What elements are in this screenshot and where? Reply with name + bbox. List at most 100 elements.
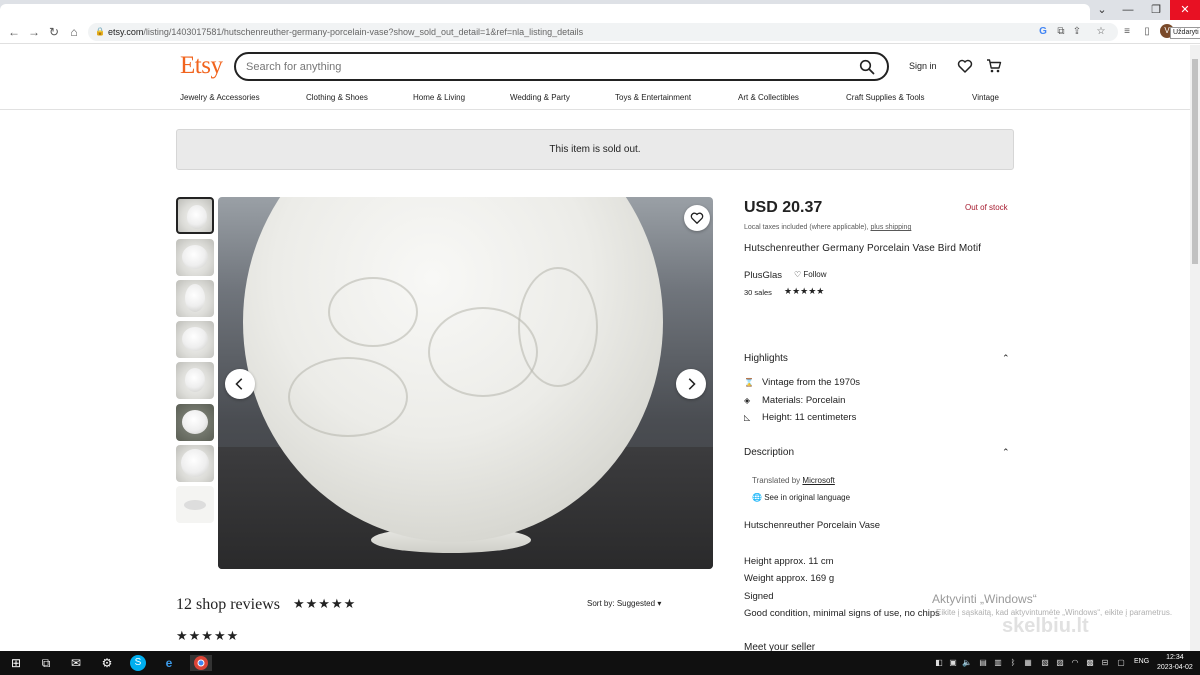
- follow-heart-icon: ♡: [794, 270, 802, 279]
- next-image-button[interactable]: [676, 369, 706, 399]
- highlights-heading[interactable]: Highlights: [744, 353, 788, 364]
- settings-gear-icon[interactable]: ⚙: [99, 655, 115, 671]
- microsoft-link[interactable]: Microsoft: [802, 476, 834, 485]
- search-bar[interactable]: [234, 52, 889, 81]
- windows-start-icon[interactable]: ⊞: [8, 655, 24, 671]
- tray-icon-4[interactable]: ▥: [993, 658, 1003, 668]
- share-icon[interactable]: ⇪: [1070, 25, 1084, 39]
- tray-icon-2[interactable]: ▣: [948, 658, 958, 668]
- thumbnail-7[interactable]: [176, 445, 214, 482]
- category-jewelry[interactable]: Jewelry & Accessories: [180, 93, 260, 102]
- search-input[interactable]: [246, 59, 836, 75]
- caret-down-icon: ▾: [657, 599, 662, 608]
- translated-by: Translated by Microsoft: [752, 476, 835, 485]
- close-window-icon[interactable]: ✕: [1170, 0, 1200, 20]
- thumbnail-5[interactable]: [176, 362, 214, 399]
- category-art[interactable]: Art & Collectibles: [738, 93, 799, 102]
- shop-rating-stars: ★★★★★: [784, 286, 825, 296]
- google-icon[interactable]: G: [1036, 25, 1050, 39]
- volume-icon[interactable]: 🔈: [962, 658, 972, 668]
- signin-link[interactable]: Sign in: [909, 61, 937, 71]
- tax-note-text: Local taxes included (where applicable),: [744, 224, 869, 231]
- translate-icon[interactable]: ⧉: [1054, 25, 1068, 39]
- windows-taskbar: ⊞ ⧉ ✉ ⚙ S e ◧ ▣ 🔈 ▤ ▥ ᛒ ▦ ▧ ▨ ◠ ▩ ⊟ ▢ EN…: [0, 651, 1200, 675]
- mail-icon[interactable]: ✉: [68, 655, 84, 671]
- materials-icon: ◈: [744, 396, 751, 405]
- edge-icon[interactable]: e: [161, 655, 177, 671]
- home-icon[interactable]: ⌂: [66, 24, 82, 40]
- system-clock[interactable]: 12:34 2023-04-02: [1157, 653, 1193, 673]
- vintage-icon: ⌛: [744, 378, 754, 387]
- chevron-up-icon[interactable]: ⌃: [1002, 447, 1010, 458]
- browser-tab[interactable]: [0, 4, 1090, 20]
- thumbnail-1[interactable]: [176, 197, 214, 234]
- task-view-icon[interactable]: ⧉: [38, 655, 54, 671]
- shop-sales: 30 sales: [744, 288, 772, 297]
- category-home[interactable]: Home & Living: [413, 93, 465, 102]
- cart-icon[interactable]: [986, 58, 1002, 74]
- side-panel-icon[interactable]: ▯: [1140, 25, 1154, 39]
- category-wedding[interactable]: Wedding & Party: [510, 93, 570, 102]
- description-heading[interactable]: Description: [744, 447, 794, 458]
- windows-activate-title: Aktyvinti „Windows“: [932, 592, 1037, 606]
- follow-button[interactable]: ♡ Follow: [794, 270, 827, 279]
- tray-icon-5[interactable]: ▦: [1023, 658, 1033, 668]
- search-icon[interactable]: [859, 59, 875, 75]
- shipping-link[interactable]: plus shipping: [870, 224, 911, 231]
- globe-icon: 🌐: [752, 493, 762, 502]
- tab-search-icon[interactable]: ⌄: [1088, 0, 1116, 20]
- description-line-4: Signed: [744, 591, 774, 602]
- tray-icon-1[interactable]: ◧: [934, 658, 944, 668]
- thumbnail-6[interactable]: [176, 404, 214, 441]
- reviews-heading: 12 shop reviews: [176, 596, 280, 613]
- tray-icon-3[interactable]: ▤: [978, 658, 988, 668]
- chevron-up-icon[interactable]: ⌃: [1002, 353, 1010, 364]
- see-original-link[interactable]: 🌐 See in original language: [752, 493, 850, 502]
- highlight-materials: ◈ Materials: Porcelain: [744, 395, 846, 406]
- prev-image-button[interactable]: [225, 369, 255, 399]
- reading-list-icon[interactable]: ≡: [1120, 25, 1134, 39]
- category-craft[interactable]: Craft Supplies & Tools: [846, 93, 925, 102]
- description-line-2: Height approx. 11 cm: [744, 556, 834, 567]
- category-clothing[interactable]: Clothing & Shoes: [306, 93, 368, 102]
- skype-icon[interactable]: S: [130, 655, 146, 671]
- favorites-heart-icon[interactable]: [957, 58, 973, 74]
- chrome-icon[interactable]: [190, 655, 212, 671]
- shop-name[interactable]: PlusGlas: [744, 270, 782, 281]
- url-path: /listing/1403017581/hutschenreuther-germ…: [143, 27, 584, 37]
- category-vintage[interactable]: Vintage: [972, 93, 999, 102]
- sort-dropdown[interactable]: Sort by: Suggested ▾: [587, 599, 661, 608]
- tray-icon-9[interactable]: ⊟: [1100, 658, 1110, 668]
- page-scrollbar[interactable]: [1190, 45, 1200, 651]
- thumbnail-2[interactable]: [176, 239, 214, 276]
- description-line-1: Hutschenreuther Porcelain Vase: [744, 520, 881, 531]
- review-stars: ★★★★★: [176, 628, 240, 643]
- restore-icon[interactable]: ❐: [1142, 0, 1170, 20]
- wifi-icon[interactable]: ◠: [1070, 658, 1080, 668]
- language-indicator[interactable]: ENG: [1134, 658, 1149, 665]
- tray-icon-6[interactable]: ▧: [1040, 658, 1050, 668]
- thumbnail-4[interactable]: [176, 321, 214, 358]
- back-icon[interactable]: ←: [6, 24, 22, 40]
- watermark: skelbiu.lt: [1002, 615, 1089, 637]
- highlight-vintage: ⌛ Vintage from the 1970s: [744, 377, 861, 388]
- chevron-left-icon: [235, 378, 243, 390]
- highlight-height: ◺ Height: 11 centimeters: [744, 412, 857, 423]
- product-image[interactable]: [218, 197, 713, 569]
- category-toys[interactable]: Toys & Entertainment: [615, 93, 691, 102]
- tray-icon-10[interactable]: ▢: [1116, 658, 1126, 668]
- etsy-logo[interactable]: Etsy: [180, 52, 223, 80]
- bluetooth-icon[interactable]: ᛒ: [1008, 658, 1018, 668]
- follow-label: Follow: [803, 270, 827, 279]
- thumbnail-8[interactable]: [176, 486, 214, 523]
- minimize-icon[interactable]: —: [1114, 0, 1142, 20]
- tray-icon-8[interactable]: ▩: [1085, 658, 1095, 668]
- forward-icon[interactable]: →: [26, 24, 42, 40]
- address-bar[interactable]: 🔒 etsy.com/listing/1403017581/hutschenre…: [88, 23, 1118, 41]
- browser-tabstrip: ⌄ — ❐ ✕: [0, 0, 1200, 20]
- favorite-button[interactable]: [684, 205, 710, 231]
- thumbnail-3[interactable]: [176, 280, 214, 317]
- tray-icon-7[interactable]: ▨: [1055, 658, 1065, 668]
- reload-icon[interactable]: ↻: [46, 24, 62, 40]
- bookmark-star-icon[interactable]: ☆: [1094, 25, 1108, 39]
